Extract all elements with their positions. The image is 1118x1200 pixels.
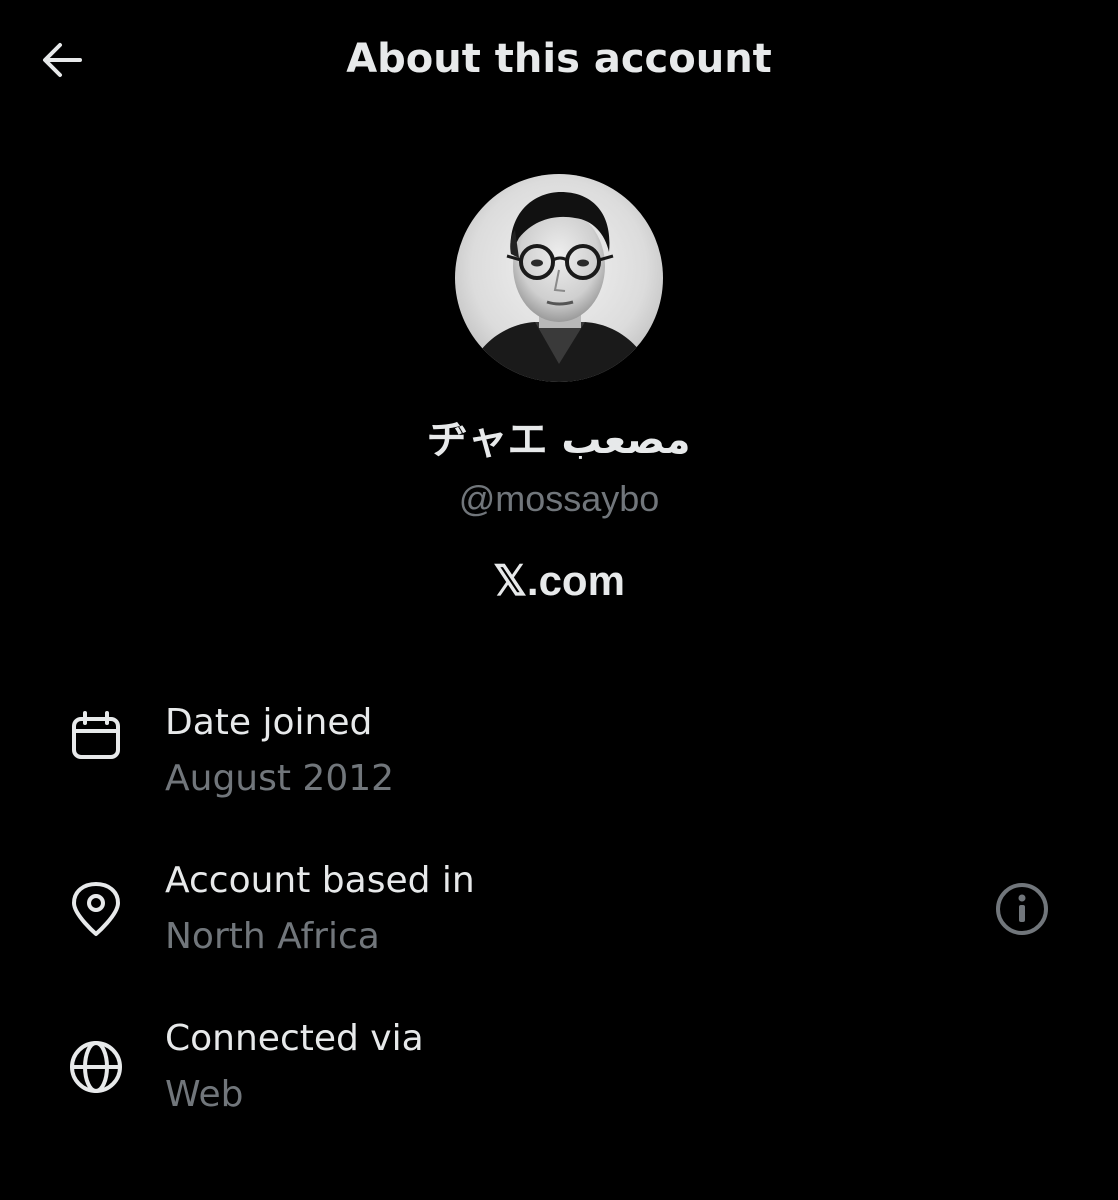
connected-via-value: Web — [165, 1074, 244, 1115]
connected-via-row: Connected via Web — [0, 1006, 1118, 1126]
display-name: ヂャエ مصعب — [427, 417, 691, 463]
location-pin-icon — [66, 879, 126, 939]
date-joined-label: Date joined — [165, 702, 373, 743]
globe-icon — [66, 1037, 126, 1097]
account-location-label: Account based in — [165, 860, 475, 901]
account-location-value: North Africa — [165, 916, 380, 957]
top-bar: About this account — [0, 0, 1118, 120]
connected-via-label: Connected via — [165, 1018, 424, 1059]
account-location-row: Account based in North Africa — [0, 848, 1118, 968]
date-joined-row: Date joined August 2012 — [0, 690, 1118, 810]
info-button[interactable] — [994, 881, 1050, 937]
date-joined-value: August 2012 — [165, 758, 395, 799]
avatar — [455, 174, 663, 382]
page-title: About this account — [346, 36, 772, 82]
platform-domain: 𝕏.com — [493, 557, 625, 604]
username-handle: @mossaybo — [458, 478, 660, 519]
calendar-icon — [66, 707, 126, 767]
info-icon — [996, 883, 1048, 935]
